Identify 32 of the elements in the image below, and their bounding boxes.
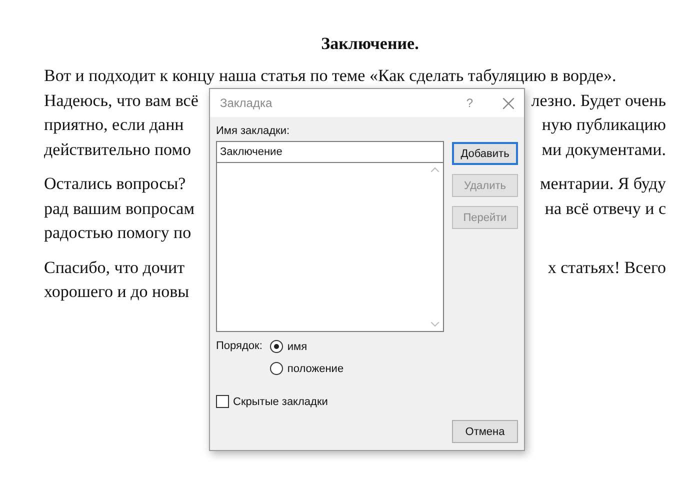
paragraph-text: Спасибо, что дочит <box>44 256 185 278</box>
radio-button[interactable] <box>270 340 284 353</box>
dialog-title: Закладка <box>220 96 274 110</box>
scroll-up-icon[interactable] <box>431 167 439 172</box>
paragraph-text: ми документами. <box>542 138 666 161</box>
scroll-down-icon[interactable] <box>431 322 439 327</box>
bookmark-name-field[interactable]: Заключение <box>216 141 444 163</box>
close-icon[interactable] <box>503 98 514 108</box>
order-label: Порядок: <box>216 340 262 354</box>
paragraph-text: рад вашим вопросам <box>44 198 194 220</box>
radio-button[interactable] <box>270 362 284 375</box>
checkbox[interactable] <box>216 395 229 408</box>
paragraph-text: ную публикацию <box>542 114 666 136</box>
help-button[interactable]: ? <box>466 96 473 110</box>
paragraph-text: радостью помогу по <box>44 222 192 244</box>
cancel-button[interactable]: Отмена <box>452 420 518 443</box>
paragraph-text: приятно, если данн <box>44 114 184 136</box>
paragraph-text: х статьях! Всего <box>548 256 666 278</box>
paragraph-text: действительно помо <box>44 138 191 160</box>
checkbox-label[interactable]: Скрытые закладки <box>233 396 328 408</box>
radio-label[interactable]: положение <box>287 362 344 374</box>
radio-label[interactable]: имя <box>287 340 308 352</box>
paragraph-text: ментарии. Я буду <box>540 173 666 195</box>
paragraph-text: Вот и подходит к концу наша статья по теме «Как сделать табуляцию в ворде». <box>44 65 616 87</box>
paragraph-text: хорошего и до новы <box>44 281 190 303</box>
paragraph-text: Надеюсь, что вам всё <box>44 90 198 112</box>
name-label: Имя закладки: <box>216 125 291 137</box>
dialog-button[interactable]: Добавить <box>452 142 518 165</box>
document-heading: Заключение. <box>320 34 420 54</box>
paragraph-text: лезно. Будет очень <box>531 90 666 112</box>
paragraph-text: на всё отвечу и с <box>544 198 666 220</box>
paragraph-text: Остались вопросы? <box>44 173 186 195</box>
